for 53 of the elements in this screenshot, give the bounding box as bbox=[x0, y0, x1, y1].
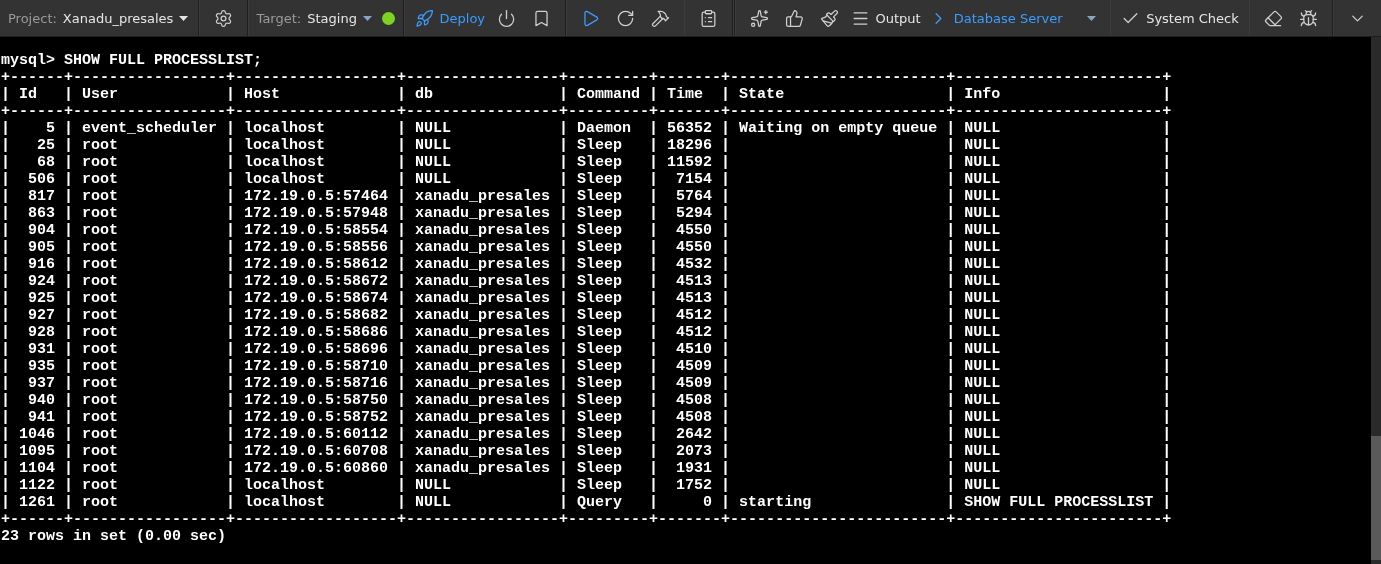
thumbs-up-icon bbox=[784, 8, 804, 28]
output-button[interactable]: Output bbox=[848, 4, 923, 32]
power-icon bbox=[497, 8, 517, 28]
terminal-line: | 941 | root | 172.19.0.5:58752 | xanadu_presales | Sleep | 4508 | | NULL | bbox=[1, 409, 1173, 426]
terminal-line: | 506 | root | localhost | NULL | Sleep | 7154 | | NULL | bbox=[1, 171, 1173, 188]
terminal-line: | 925 | root | 172.19.0.5:58674 | xanadu_presales | Sleep | 4513 | | NULL | bbox=[1, 290, 1173, 307]
terminal-line: | Id | User | Host | db | Command | Time | State | Info | bbox=[1, 86, 1173, 103]
terminal-line: | 1095 | root | 172.19.0.5:60708 | xanadu_presales | Sleep | 2073 | | NULL | bbox=[1, 443, 1173, 460]
terminal-line: +------+-----------------+------------------+-----------------+---------+-------+------------------------+-----------------------+ bbox=[1, 69, 1173, 86]
settings-icon bbox=[214, 8, 233, 28]
terminal-line: | 916 | root | 172.19.0.5:58612 | xanadu_presales | Sleep | 4532 | | NULL | bbox=[1, 256, 1173, 273]
caret-icon bbox=[1086, 15, 1096, 21]
terminal-line: | 1104 | root | 172.19.0.5:60860 | xanadu_presales | Sleep | 1931 | | NULL | bbox=[1, 460, 1173, 477]
terminal-line: 23 rows in set (0.00 sec) bbox=[1, 528, 228, 545]
terminal-line: | 68 | root | localhost | NULL | Sleep | 11592 | | NULL | bbox=[1, 154, 1173, 171]
scrollbar[interactable] bbox=[1371, 37, 1381, 564]
bug-icon bbox=[1299, 8, 1319, 28]
terminal-line: | 863 | root | 172.19.0.5:57948 | xanadu_presales | Sleep | 5294 | | NULL | bbox=[1, 205, 1173, 222]
brush-icon bbox=[819, 8, 839, 28]
eraser-icon bbox=[1264, 8, 1284, 28]
terminal-line: | 927 | root | 172.19.0.5:58682 | xanadu_presales | Sleep | 4512 | | NULL | bbox=[1, 307, 1173, 324]
terminal-line: | 940 | root | 172.19.0.5:58750 | xanadu_presales | Sleep | 4508 | | NULL | bbox=[1, 392, 1173, 409]
terminal-line: | 1046 | root | 172.19.0.5:60112 | xanadu_presales | Sleep | 2642 | | NULL | bbox=[1, 426, 1173, 443]
terminal-line: | 931 | root | 172.19.0.5:58696 | xanadu_presales | Sleep | 4510 | | NULL | bbox=[1, 341, 1173, 358]
terminal-line: | 935 | root | 172.19.0.5:58710 | xanadu_presales | Sleep | 4509 | | NULL | bbox=[1, 358, 1173, 375]
deploy-button[interactable]: Deploy bbox=[412, 4, 488, 32]
system-check-button[interactable]: System Check bbox=[1119, 4, 1241, 32]
terminal-line: | 924 | root | 172.19.0.5:58672 | xanadu_presales | Sleep | 4513 | | NULL | bbox=[1, 273, 1173, 290]
caret-icon bbox=[362, 15, 372, 21]
terminal-line: | 937 | root | 172.19.0.5:58716 | xanadu_presales | Sleep | 4509 | | NULL | bbox=[1, 375, 1173, 392]
caret-icon bbox=[179, 15, 189, 21]
terminal-line: | 928 | root | 172.19.0.5:58686 | xanadu_presales | Sleep | 4512 | | NULL | bbox=[1, 324, 1173, 341]
server-button[interactable]: Database Server bbox=[926, 4, 1065, 32]
refresh-icon bbox=[615, 8, 635, 28]
hammer-icon bbox=[650, 8, 670, 28]
scrollbar-thumb[interactable] bbox=[1371, 436, 1381, 560]
target-dropdown[interactable]: Staging bbox=[305, 6, 374, 30]
target-label: Target: bbox=[256, 10, 302, 26]
project-label: Project: bbox=[8, 10, 57, 26]
terminal-line: | 817 | root | 172.19.0.5:57464 | xanadu_presales | Sleep | 5764 | | NULL | bbox=[1, 188, 1173, 205]
status-dot-icon bbox=[381, 11, 395, 25]
terminal-line: | 905 | root | 172.19.0.5:58556 | xanadu_presales | Sleep | 4550 | | NULL | bbox=[1, 239, 1173, 256]
terminal-line: | 1122 | root | localhost | NULL | Sleep | 1752 | | NULL | bbox=[1, 477, 1173, 494]
terminal-line: +------+-----------------+------------------+-----------------+---------+-------+------------------------+-----------------------+ bbox=[1, 103, 1173, 120]
project-dropdown[interactable]: Xanadu_presales bbox=[60, 6, 191, 30]
terminal-line: | 5 | event_scheduler | localhost | NULL | Daemon | 56352 | Waiting on empty queue | NULL | bbox=[1, 120, 1173, 137]
terminal-line: mysql> SHOW FULL PROCESSLIST; bbox=[1, 52, 264, 69]
terminal-line: | 25 | root | localhost | NULL | Sleep | 18296 | | NULL | bbox=[1, 137, 1173, 154]
terminal-line: +------+-----------------+------------------+-----------------+---------+-------+------------------------+-----------------------+ bbox=[1, 511, 1173, 528]
rocket-icon bbox=[414, 8, 434, 28]
terminal-line: | 904 | root | 172.19.0.5:58554 | xanadu_presales | Sleep | 4550 | | NULL | bbox=[1, 222, 1173, 239]
terminal-line: | 1261 | root | localhost | NULL | Query | 0 | starting | SHOW FULL PROCESSLIST | bbox=[1, 494, 1173, 511]
sparkles-icon bbox=[749, 8, 769, 28]
